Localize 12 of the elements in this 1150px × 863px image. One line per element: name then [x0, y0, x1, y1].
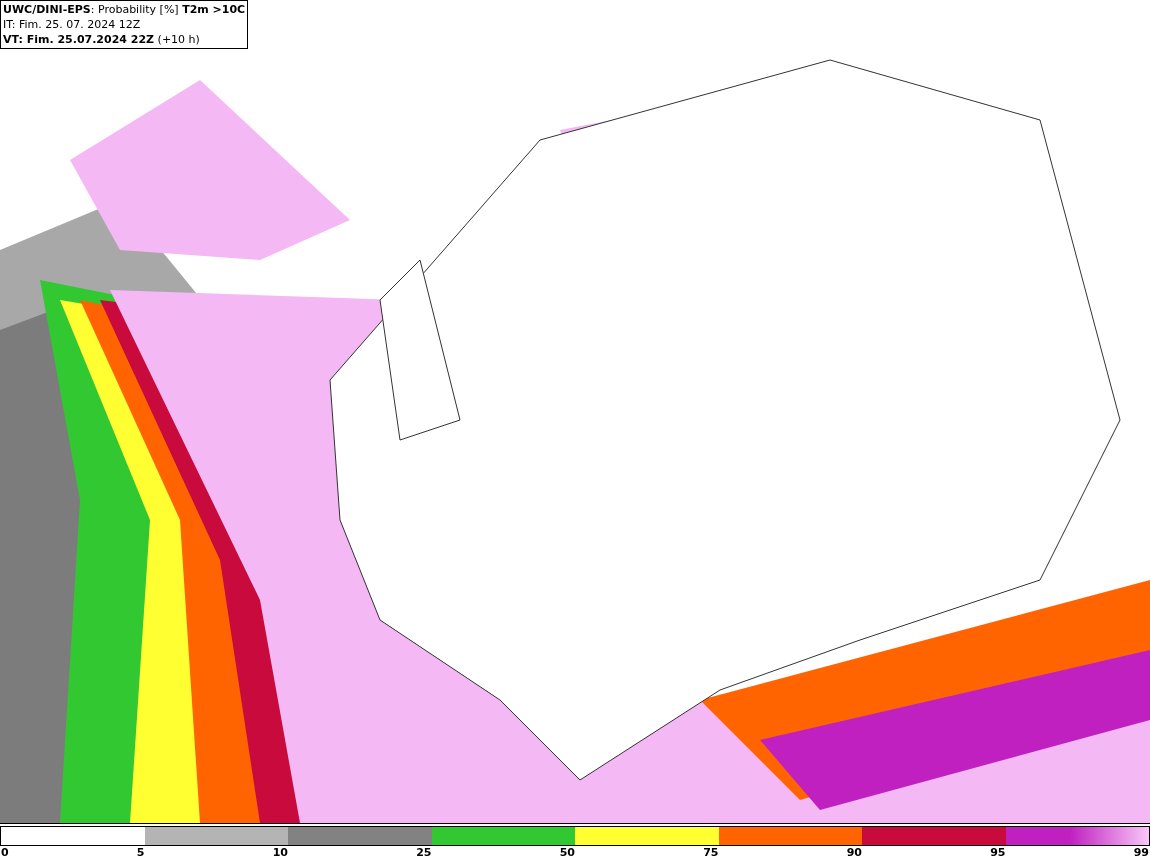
legend-tick-label: 95: [990, 846, 1006, 860]
legend-tick-label: 75: [703, 846, 719, 860]
legend-tick-label: 5: [136, 846, 145, 860]
legend-tick-label: 25: [416, 846, 432, 860]
legend-tick-label: 0: [1, 846, 9, 860]
legend-tick-label: 50: [559, 846, 575, 860]
legend-tick-label: 99: [1133, 846, 1149, 860]
issue-time: IT: Fim. 25. 07. 2024 12Z: [3, 17, 142, 32]
map-title: UWC/DINI-EPS: Probability [%] T2m >10C: [3, 2, 246, 17]
valid-time: VT: Fim. 25.07.2024 22Z (+10 h): [3, 32, 201, 47]
legend-tick-label: 90: [846, 846, 862, 860]
legend-tick-label: 10: [272, 846, 288, 860]
